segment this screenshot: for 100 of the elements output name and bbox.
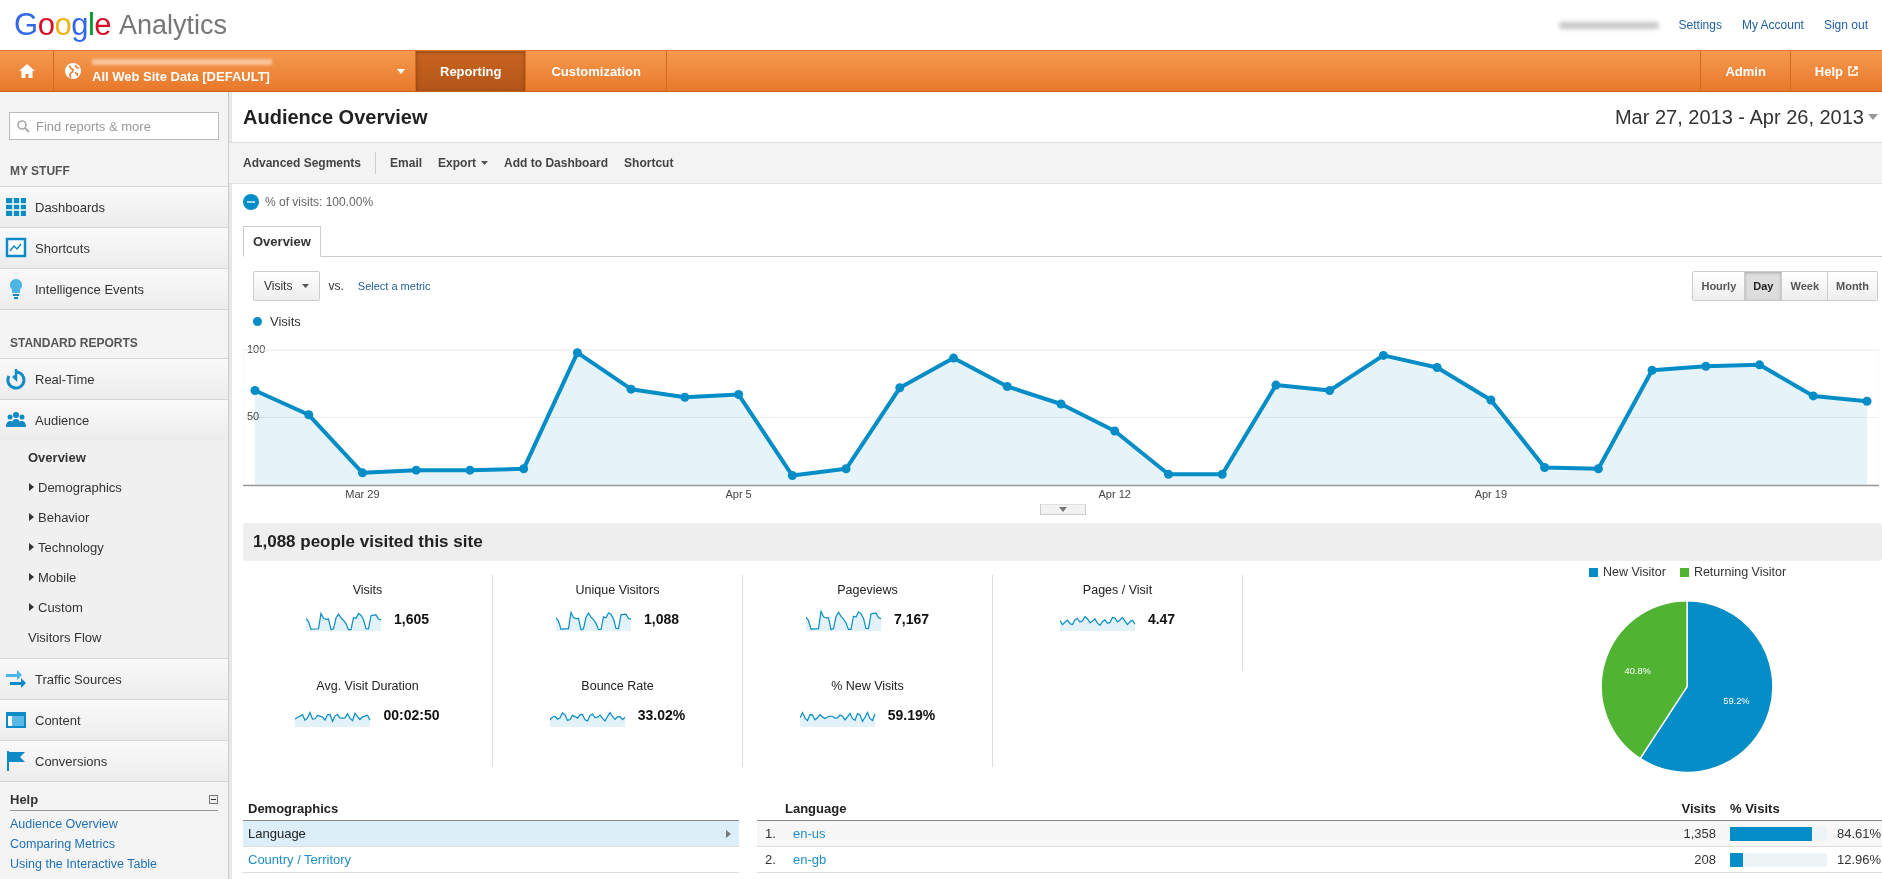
caret-icon xyxy=(28,543,34,551)
nav-item[interactable]: Shortcuts xyxy=(0,227,228,268)
select-metric-link[interactable]: Select a metric xyxy=(357,280,431,292)
header-link[interactable]: Settings xyxy=(1678,18,1722,32)
data-point[interactable] xyxy=(680,392,690,402)
help-link[interactable]: Using the Interactive Table xyxy=(10,857,218,871)
segment-icon[interactable] xyxy=(243,194,259,210)
pie-slice[interactable] xyxy=(1600,600,1688,760)
nav-item[interactable]: Intelligence Events xyxy=(0,268,228,309)
nav-item[interactable]: Real-Time xyxy=(0,358,228,399)
metric-value: 1,605 xyxy=(393,611,429,627)
profile-name: All Web Site Data [DEFAULT] xyxy=(92,68,271,84)
header-link[interactable]: Sign out xyxy=(1823,18,1868,32)
nav-subitem[interactable]: Mobile xyxy=(0,562,228,592)
nav-item[interactable]: Audience xyxy=(0,399,228,440)
data-point[interactable] xyxy=(841,464,851,474)
toolbar-button[interactable]: Shortcut xyxy=(616,151,682,175)
nav-item[interactable]: Conversions xyxy=(0,740,228,781)
data-point[interactable] xyxy=(357,468,367,478)
data-point[interactable] xyxy=(1701,361,1711,371)
search-field[interactable]: Find reports & more xyxy=(9,112,219,140)
data-point[interactable] xyxy=(1002,381,1012,391)
nav-subitem[interactable]: Technology xyxy=(0,532,228,562)
legend-item[interactable]: Returning Visitor xyxy=(1679,565,1787,579)
data-point[interactable] xyxy=(1862,396,1872,406)
chart-icon xyxy=(5,237,27,259)
metric-dropdown[interactable]: Visits xyxy=(253,271,321,301)
axis-label: Apr 12 xyxy=(1098,488,1131,500)
legend-label: Visits xyxy=(270,313,301,329)
toolbar-button[interactable]: Email xyxy=(382,151,431,175)
toolbar-button[interactable]: Export xyxy=(430,151,497,175)
logo[interactable]: Google xyxy=(14,7,111,43)
nav-subitem[interactable]: Custom xyxy=(0,592,228,622)
data-point[interactable] xyxy=(1540,462,1550,472)
granularity-button[interactable]: Month xyxy=(1827,272,1877,300)
data-point[interactable] xyxy=(1217,469,1227,479)
toolbar-button[interactable]: Add to Dashboard xyxy=(496,151,617,175)
caret-icon xyxy=(726,829,731,838)
legend-item[interactable]: New Visitor xyxy=(1588,565,1666,579)
nav-subitem[interactable]: Behavior xyxy=(0,502,228,532)
nav-subitem[interactable]: Demographics xyxy=(0,472,228,502)
data-point[interactable] xyxy=(949,353,959,363)
data-point[interactable] xyxy=(1808,391,1818,401)
page-title: Audience Overview xyxy=(243,105,428,129)
data-point[interactable] xyxy=(1755,360,1765,370)
help-link[interactable]: Comparing Metrics xyxy=(10,837,218,851)
data-point[interactable] xyxy=(1593,464,1603,474)
granularity-button[interactable]: Hourly xyxy=(1693,272,1745,300)
layout-icon xyxy=(5,709,27,731)
globe-icon xyxy=(64,62,82,80)
granularity-button[interactable]: Day xyxy=(1744,272,1782,300)
data-point[interactable] xyxy=(304,410,314,420)
caret-icon xyxy=(302,284,310,288)
toolbar-button[interactable]: Advanced Segments xyxy=(235,151,370,175)
collapse-tab[interactable] xyxy=(1039,504,1086,515)
header-link[interactable]: My Account xyxy=(1741,18,1804,32)
nav-item[interactable]: Dashboards xyxy=(0,186,228,227)
nav-item[interactable]: Content xyxy=(0,699,228,740)
data-point[interactable] xyxy=(250,386,260,395)
caret-icon xyxy=(28,513,34,521)
demographic-item[interactable]: Country / Territory xyxy=(243,847,739,873)
metric-label: Bounce Rate xyxy=(581,679,654,693)
slice-label: 59.2% xyxy=(1722,695,1750,706)
data-point[interactable] xyxy=(1056,399,1066,409)
grid-icon xyxy=(5,196,27,218)
arrows-icon xyxy=(5,668,27,690)
data-point[interactable] xyxy=(626,384,636,394)
data-point[interactable] xyxy=(411,465,421,475)
nav-item[interactable]: Traffic Sources xyxy=(0,658,228,699)
data-point[interactable] xyxy=(1647,365,1657,375)
column-header: Language xyxy=(784,800,848,816)
metric-value: 7,167 xyxy=(893,611,929,627)
help-link[interactable]: Audience Overview xyxy=(10,817,218,831)
data-point[interactable] xyxy=(787,471,797,481)
legend-dot xyxy=(253,316,262,326)
report-tab[interactable]: Overview xyxy=(243,226,321,257)
data-point[interactable] xyxy=(1110,426,1120,436)
data-point[interactable] xyxy=(1432,363,1442,373)
data-point[interactable] xyxy=(1486,395,1496,405)
data-point[interactable] xyxy=(1378,350,1388,360)
granularity-button[interactable]: Week xyxy=(1781,272,1827,300)
data-point[interactable] xyxy=(519,464,529,474)
summary-title: 1,088 people visited this site xyxy=(243,523,1882,561)
data-point[interactable] xyxy=(572,348,582,358)
data-point[interactable] xyxy=(1271,380,1281,390)
data-point[interactable] xyxy=(1325,386,1335,395)
data-point[interactable] xyxy=(465,465,475,475)
language-link[interactable]: en-us xyxy=(793,826,826,841)
metric-label: Unique Visitors xyxy=(575,583,660,597)
data-point[interactable] xyxy=(895,383,905,393)
collapse-icon[interactable] xyxy=(209,795,218,804)
nav-subitem[interactable]: Visitors Flow xyxy=(0,622,228,652)
axis-label: 50 xyxy=(247,410,260,423)
table-cell-text: 1,358 xyxy=(1682,826,1716,841)
language-link[interactable]: en-gb xyxy=(793,852,827,867)
data-point[interactable] xyxy=(734,390,744,400)
nav-tab[interactable]: Reporting xyxy=(416,51,527,91)
data-point[interactable] xyxy=(1163,469,1173,479)
demographic-item[interactable]: Language xyxy=(243,821,739,847)
nav-subitem[interactable]: Overview xyxy=(0,442,228,472)
